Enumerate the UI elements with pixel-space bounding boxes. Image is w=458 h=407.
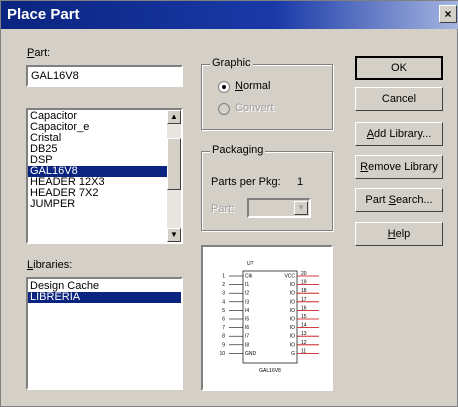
parts-list-item[interactable]: JUMPER	[28, 199, 181, 210]
normal-rest: ormal	[242, 80, 271, 92]
pin-name-right: IO	[290, 317, 295, 323]
pin-name-left: I2	[245, 291, 249, 297]
packaging-group-title: Packaging	[210, 144, 266, 156]
pin-number-left: 10	[219, 351, 225, 357]
pin-name-right: IO	[290, 282, 295, 288]
pin-number-right: 18	[301, 288, 307, 294]
parts-list-items: Capacitor Capacitor_e Cristal DB25 DSP GAL16V…	[28, 110, 181, 210]
normal-radio[interactable]	[218, 81, 230, 93]
pin-name-left: I7	[245, 334, 249, 340]
remove-library-button[interactable]: Remove Library	[355, 155, 443, 179]
pin-name-left: I4	[245, 308, 249, 314]
libraries-label-rest: ibraries:	[33, 259, 73, 271]
part-search-rest: earch...	[395, 194, 433, 206]
pin-name-left: I5	[245, 317, 249, 323]
part-name-text: GAL16V8	[259, 368, 281, 374]
normal-mnemonic: N	[235, 80, 243, 92]
parts-per-pkg-label: Parts per Pkg:	[211, 176, 281, 188]
part-search-mnemonic: S	[388, 194, 396, 206]
packaging-group: Packaging	[201, 144, 333, 231]
part-label-rest: art:	[34, 47, 51, 59]
help-rest: elp	[395, 228, 411, 240]
pin-number-right: 14	[301, 323, 307, 329]
help-mnemonic: H	[387, 228, 396, 240]
pin-name-left: I8	[245, 342, 249, 348]
pin-number-left: 1	[222, 274, 225, 280]
pin-number-left: 3	[222, 291, 225, 297]
place-part-dialog: Place Part × Part: GAL16V8 Capacitor Capa…	[0, 0, 458, 407]
pin-number-left: 7	[222, 325, 225, 331]
pin-number-left: 6	[222, 317, 225, 323]
add-library-rest: dd Library...	[374, 128, 432, 140]
scroll-down-button[interactable]: ▼	[167, 228, 181, 242]
pin-number-right: 17	[301, 297, 307, 303]
part-input[interactable]: GAL16V8	[26, 65, 183, 87]
pin-number-left: 8	[222, 334, 225, 340]
cancel-button[interactable]: Cancel	[355, 87, 443, 111]
pin-name-left: I3	[245, 299, 249, 305]
parts-listbox[interactable]: Capacitor Capacitor_e Cristal DB25 DSP GAL16V…	[26, 108, 183, 244]
library-list-item[interactable]: LIBRERIA	[28, 292, 181, 303]
part-select-label: Part:	[211, 203, 235, 215]
libraries-list-items: Design Cache LIBRERIA	[28, 279, 181, 303]
part-search-pre: Part	[365, 194, 389, 206]
pin-name-right: IO	[290, 334, 295, 340]
pin-number-right: 16	[301, 305, 307, 311]
pin-name-right: IO	[290, 299, 295, 305]
pin-number-right: 12	[301, 340, 307, 346]
close-button[interactable]: ×	[439, 5, 457, 23]
convert-radio-label[interactable]: Convert	[235, 102, 274, 114]
parts-per-pkg-value: 1	[297, 176, 304, 188]
part-preview: U? 1 Clk 2 I1 3 I2 4 I3 5 I4 6 I5 7 I6 8 I7 9 I8 10 GND 20 VCC…	[201, 245, 333, 391]
part-label: Part:	[27, 47, 50, 59]
scroll-up-button[interactable]: ▲	[167, 110, 181, 124]
graphic-group-title: Graphic	[210, 57, 253, 69]
normal-radio-label[interactable]: Normal	[235, 80, 270, 92]
pin-number-left: 2	[222, 282, 225, 288]
add-library-button[interactable]: Add Library...	[355, 122, 443, 146]
part-symbol-preview: U? 1 Clk 2 I1 3 I2 4 I3 5 I4 6 I5 7 I6 8 I7 9 I8 10 GND 20 VCC…	[219, 261, 319, 374]
window-title: Place Part	[7, 6, 80, 23]
part-select[interactable]: ▼	[247, 198, 311, 218]
pin-name-right: G	[291, 351, 295, 357]
pin-number-right: 13	[301, 331, 307, 337]
pin-name-left: Clk	[245, 274, 253, 280]
pin-name-right: IO	[290, 342, 295, 348]
pin-name-left: GND	[245, 351, 257, 357]
pin-number-right: 20	[301, 271, 307, 277]
help-button[interactable]: Help	[355, 222, 443, 246]
part-search-button[interactable]: Part Search...	[355, 188, 443, 212]
parts-scrollbar[interactable]: ▲ ▼	[167, 110, 181, 242]
pin-number-right: 19	[301, 280, 307, 286]
ok-button[interactable]: OK	[355, 56, 443, 80]
part-ref-text: U?	[247, 261, 254, 267]
libraries-label: Libraries:	[27, 259, 72, 271]
pin-number-left: 4	[222, 299, 225, 305]
pin-number-left: 9	[222, 342, 225, 348]
pin-number-right: 11	[301, 348, 306, 354]
scroll-thumb[interactable]	[167, 138, 181, 190]
graphic-group: Graphic	[201, 57, 333, 130]
pin-number-left: 5	[222, 308, 225, 314]
remove-library-rest: emove Library	[368, 161, 438, 173]
pin-name-left: I1	[245, 282, 249, 288]
pin-name-right: VCC	[284, 274, 295, 280]
pin-number-right: 15	[301, 314, 307, 320]
title-bar[interactable]: Place Part ×	[1, 1, 458, 29]
pin-name-right: IO	[290, 325, 295, 331]
pin-name-right: IO	[290, 308, 295, 314]
pin-name-right: IO	[290, 291, 295, 297]
chevron-down-icon[interactable]: ▼	[294, 201, 308, 215]
libraries-listbox[interactable]: Design Cache LIBRERIA	[26, 277, 183, 390]
convert-radio[interactable]	[218, 103, 230, 115]
remove-library-mnemonic: R	[360, 161, 369, 173]
pin-name-left: I6	[245, 325, 249, 331]
add-library-mnemonic: A	[366, 128, 375, 140]
